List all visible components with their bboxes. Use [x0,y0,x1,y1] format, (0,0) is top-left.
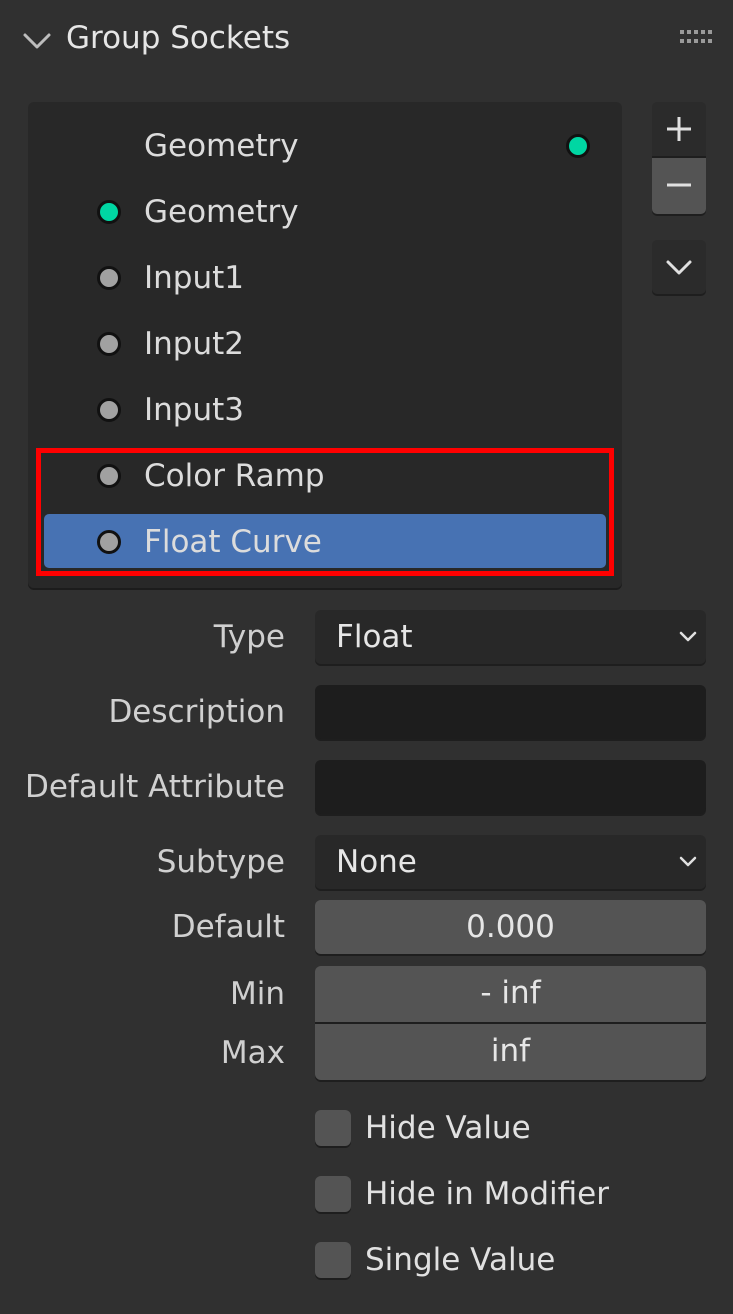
description-field[interactable] [315,685,706,739]
max-label: Max [220,1035,285,1071]
socket-label: Geometry [144,194,299,230]
socket-row-input-geometry[interactable]: Geometry [28,180,622,246]
socket-label: Input3 [144,392,244,428]
selection-highlight [44,514,606,568]
geometry-socket-icon [97,200,121,224]
subtype-value: None [336,844,417,880]
socket-label: Input2 [144,326,244,362]
hide-in-modifier-label: Hide in Modifier [365,1176,609,1212]
chevron-down-icon [666,260,692,275]
panel-title: Group Sockets [66,20,291,56]
socket-row-color-ramp[interactable]: Color Ramp [28,444,622,510]
single-value-label: Single Value [365,1242,556,1278]
hide-value-checkbox[interactable] [315,1110,351,1146]
default-value: 0.000 [466,909,555,945]
socket-list[interactable]: Geometry Geometry Input1 Input2 Input3 C… [28,102,622,588]
max-value: inf [490,1033,531,1069]
single-value-checkbox[interactable] [315,1242,351,1278]
float-socket-icon [97,530,121,554]
type-dropdown[interactable]: Float [315,610,706,664]
socket-row-output-geometry[interactable]: Geometry [28,114,622,180]
float-socket-icon [97,332,121,356]
chevron-down-icon[interactable] [22,30,52,52]
type-value: Float [336,619,413,655]
socket-row-float-curve[interactable]: Float Curve [28,510,622,576]
description-label: Description [108,694,285,730]
plus-icon [667,117,691,141]
float-socket-icon [97,266,121,290]
subtype-dropdown[interactable]: None [315,835,706,889]
default-attribute-field[interactable] [315,760,706,814]
hide-in-modifier-checkbox[interactable] [315,1176,351,1212]
minus-icon [667,183,691,187]
drag-handle-icon[interactable] [680,30,712,44]
subtype-label: Subtype [156,844,285,880]
max-value-field[interactable]: inf [315,1024,706,1080]
default-label: Default [171,909,285,945]
min-value-field[interactable]: - inf [315,966,706,1022]
float-socket-icon [97,398,121,422]
float-socket-icon [97,464,121,488]
chevron-down-icon [679,856,697,867]
socket-label: Input1 [144,260,244,296]
socket-label: Float Curve [144,524,322,560]
chevron-down-icon [679,631,697,642]
socket-label: Geometry [144,128,299,164]
geometry-socket-icon [566,134,590,158]
socket-row-input3[interactable]: Input3 [28,378,622,444]
socket-label: Color Ramp [144,458,325,494]
add-socket-button[interactable] [652,102,706,156]
min-value: - inf [480,975,541,1011]
type-label: Type [213,619,285,655]
min-label: Min [229,976,285,1012]
panel-header[interactable]: Group Sockets [0,0,733,78]
socket-row-input1[interactable]: Input1 [28,246,622,312]
socket-row-input2[interactable]: Input2 [28,312,622,378]
default-value-field[interactable]: 0.000 [315,900,706,954]
socket-menu-button[interactable] [652,240,706,294]
hide-value-label: Hide Value [365,1110,531,1146]
remove-socket-button[interactable] [652,158,706,214]
default-attribute-label: Default Attribute [24,769,285,805]
